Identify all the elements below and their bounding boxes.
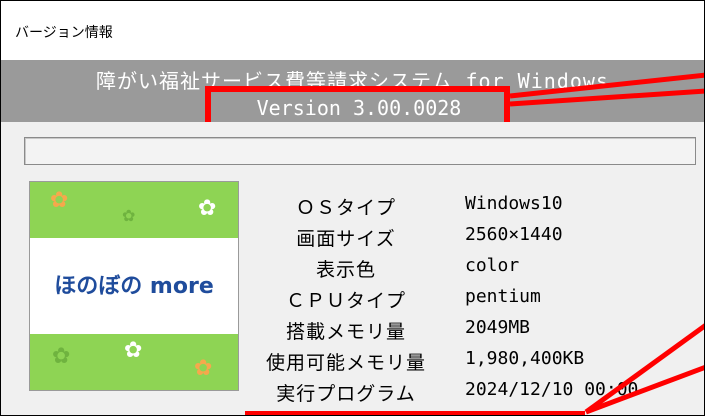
info-label: ＯＳタイプ [295, 197, 396, 219]
info-value: 1,980,400KB [465, 348, 585, 369]
window-title: バージョン情報 [15, 25, 113, 41]
info-label: 表示色 [315, 259, 376, 281]
info-row-cpu: ＣＰＵタイプ pentium [241, 286, 701, 316]
clover-icon: ✿ [50, 188, 69, 213]
info-value: pentium [465, 286, 541, 307]
info-row-available-memory: 使用可能メモリ量 1,980,400KB [241, 348, 701, 378]
product-logo: ✿ ✿ ✿ ほのぼの more ✿ ✿ ✿ [29, 181, 239, 391]
info-row-screen-size: 画面サイズ 2560×1440 [241, 224, 701, 254]
info-value: color [465, 255, 520, 276]
info-label: ＣＰＵタイプ [285, 290, 406, 312]
info-value: 2560×1440 [465, 224, 563, 245]
info-label: 実行プログラム [276, 383, 416, 405]
info-value: 2049MB [465, 317, 531, 338]
info-label: 画面サイズ [296, 228, 396, 250]
info-label: 使用可能メモリ量 [265, 352, 426, 374]
progress-bar [24, 137, 696, 165]
highlight-underline [245, 411, 585, 415]
logo-brand-text: ほのぼの more [54, 274, 214, 299]
clover-icon: ✿ [194, 356, 213, 381]
info-row-os: ＯＳタイプ Windows10 [241, 193, 701, 223]
info-row-program: 実行プログラム 2024/12/10 00:00 [241, 379, 701, 409]
info-value: 2024/12/10 00:00 [465, 379, 639, 400]
clover-icon: ✿ [52, 344, 71, 369]
title-bar: バージョン情報 [1, 1, 704, 60]
clover-icon: ✿ [124, 338, 143, 363]
info-value: Windows10 [465, 193, 563, 214]
info-label: 搭載メモリ量 [285, 321, 406, 343]
clover-icon: ✿ [198, 196, 217, 221]
version-info-window: バージョン情報 障がい福祉サービス費等請求システム for Windows Ve… [0, 0, 705, 416]
clover-icon: ✿ [122, 206, 136, 225]
info-row-color: 表示色 color [241, 255, 701, 285]
info-row-memory: 搭載メモリ量 2049MB [241, 317, 701, 347]
